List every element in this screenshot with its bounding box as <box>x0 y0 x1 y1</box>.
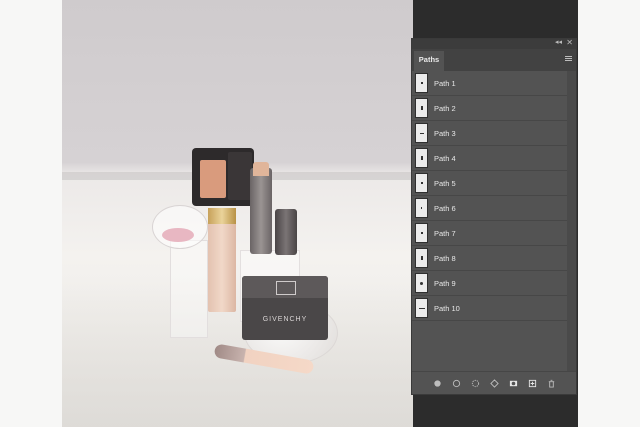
path-label: Path 3 <box>434 128 456 138</box>
panel-tabbar: Paths <box>412 49 576 71</box>
path-label: Path 8 <box>434 253 456 263</box>
brand-logo-mark <box>276 281 296 295</box>
panel-header: ◂◂ ✕ <box>412 38 576 49</box>
path-label: Path 2 <box>434 103 456 113</box>
path-label: Path 1 <box>434 78 456 88</box>
path-label: Path 10 <box>434 303 460 313</box>
path-row-9[interactable]: Path 9 <box>412 271 568 296</box>
blush-pan <box>162 228 194 242</box>
path-row-4[interactable]: Path 4 <box>412 146 568 171</box>
path-label: Path 4 <box>434 153 456 163</box>
fill-path-icon[interactable] <box>433 379 442 388</box>
panel-menu-icon[interactable] <box>565 56 572 62</box>
path-row-8[interactable]: Path 8 <box>412 246 568 271</box>
path-row-5[interactable]: Path 5 <box>412 171 568 196</box>
paths-panel: ◂◂ ✕ Paths Path 1 Path 2 Path 3 Path 4 P… <box>411 38 577 395</box>
blush-compact <box>192 148 254 206</box>
panel-scrollbar[interactable] <box>567 71 576 371</box>
path-row-2[interactable]: Path 2 <box>412 96 568 121</box>
path-label: Path 7 <box>434 228 456 238</box>
path-row-7[interactable]: Path 7 <box>412 221 568 246</box>
panel-footer <box>412 371 576 394</box>
foundation-cap <box>208 208 236 224</box>
path-thumbnail <box>415 298 428 318</box>
close-icon[interactable]: ✕ <box>566 38 573 48</box>
new-path-icon[interactable] <box>528 379 537 388</box>
path-row-6[interactable]: Path 6 <box>412 196 568 221</box>
path-thumbnail <box>415 173 428 193</box>
make-work-path-icon[interactable] <box>489 378 499 388</box>
path-thumbnail <box>415 273 428 293</box>
brand-text: GIVENCHY <box>262 316 308 323</box>
stick-foundation <box>250 168 272 254</box>
acrylic-block-left <box>170 240 208 338</box>
path-label: Path 6 <box>434 203 456 213</box>
stick-cap <box>275 209 297 255</box>
add-mask-icon[interactable] <box>509 379 518 388</box>
tab-paths[interactable]: Paths <box>414 51 444 71</box>
path-row-1[interactable]: Path 1 <box>412 71 568 96</box>
path-thumbnail <box>415 198 428 218</box>
path-thumbnail <box>415 73 428 93</box>
document-canvas[interactable]: GIVENCHY <box>62 0 413 427</box>
delete-path-icon[interactable] <box>547 379 556 388</box>
compact-pan <box>200 160 226 198</box>
paths-list: Path 1 Path 2 Path 3 Path 4 Path 5 Path … <box>412 71 568 321</box>
path-thumbnail <box>415 248 428 268</box>
path-row-3[interactable]: Path 3 <box>412 121 568 146</box>
path-thumbnail <box>415 148 428 168</box>
load-selection-icon[interactable] <box>471 379 480 388</box>
compact-lid <box>228 152 252 200</box>
path-row-10[interactable]: Path 10 <box>412 296 568 321</box>
path-label: Path 9 <box>434 278 456 288</box>
path-label: Path 5 <box>434 178 456 188</box>
blush-jar <box>152 205 208 249</box>
collapse-icon[interactable]: ◂◂ <box>555 38 562 48</box>
path-thumbnail <box>415 123 428 143</box>
stroke-path-icon[interactable] <box>452 379 461 388</box>
path-thumbnail <box>415 98 428 118</box>
stick-tip <box>253 162 269 176</box>
path-thumbnail <box>415 223 428 243</box>
